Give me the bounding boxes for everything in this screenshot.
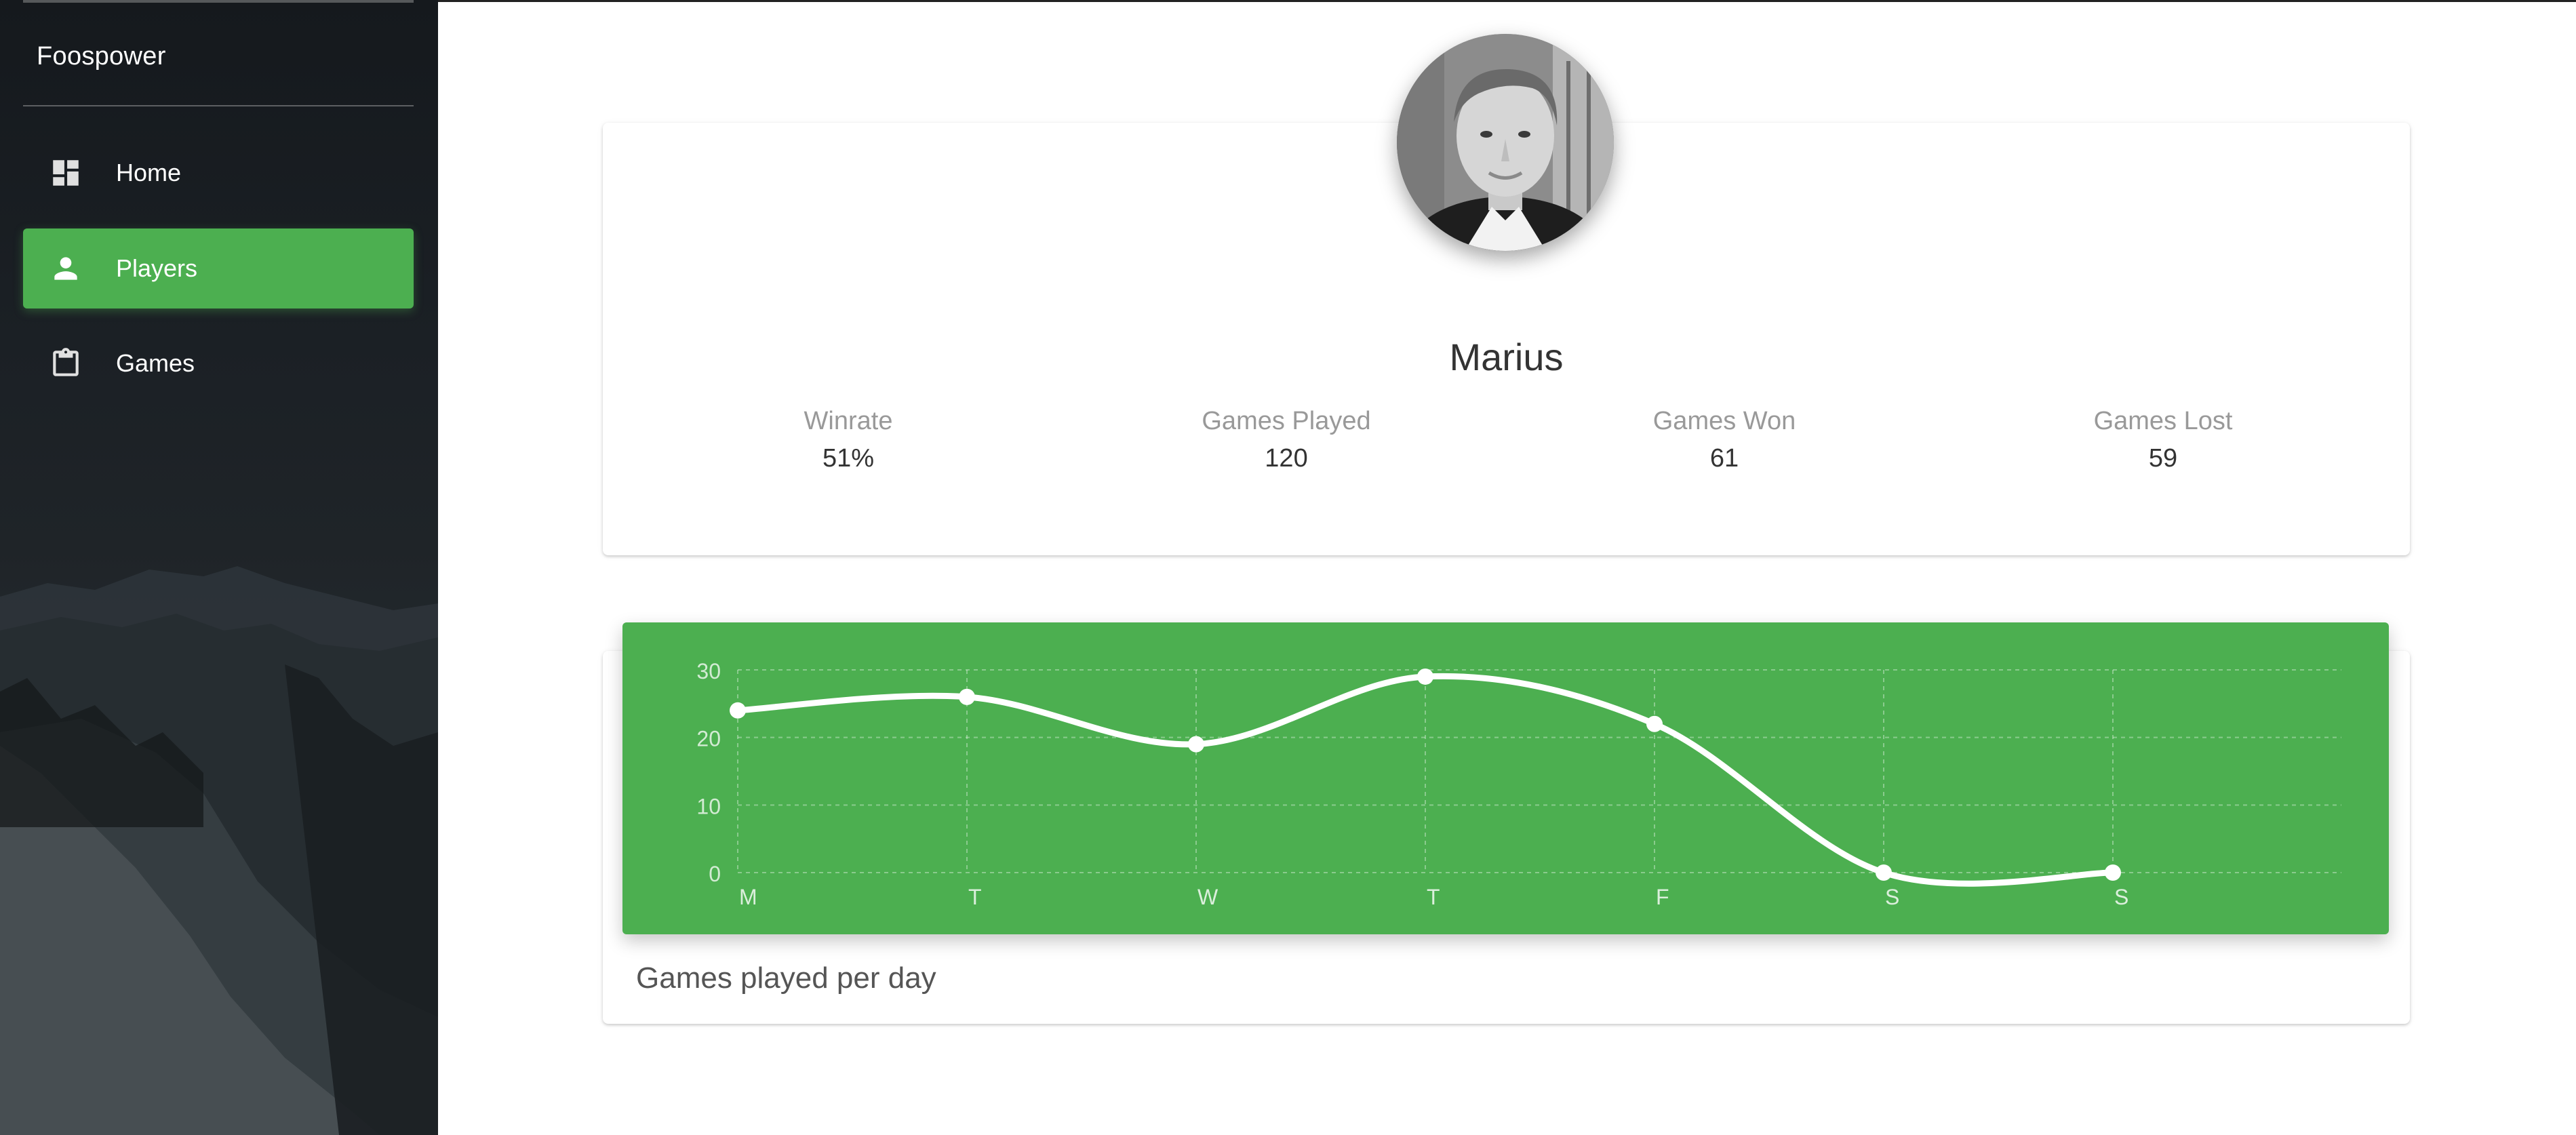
- stat-value: 61: [1709, 444, 1739, 473]
- y-tick-label: 20: [696, 727, 721, 751]
- y-tick-label: 0: [709, 862, 721, 886]
- stat-label: Winrate: [804, 407, 893, 435]
- stat-games-won: Games Won 61: [1555, 407, 1894, 473]
- sidebar-item-games[interactable]: Games: [23, 323, 414, 403]
- sidebar-item-label: Players: [116, 254, 198, 282]
- clipboard-icon: [53, 348, 79, 376]
- stat-label: Games Played: [1202, 407, 1371, 435]
- x-tick-label: S: [1885, 885, 1899, 909]
- stat-games-lost: Games Lost 59: [1994, 407, 2333, 473]
- sidebar-item-label: Games: [116, 349, 195, 377]
- player-avatar: [1397, 34, 1614, 251]
- games-per-day-chart: 0 10 20 30 M T W T F S S: [622, 622, 2389, 934]
- data-point: [2105, 864, 2121, 881]
- x-tick-label: F: [1656, 885, 1669, 909]
- y-tick-label: 10: [696, 794, 721, 818]
- x-tick-label: M: [739, 885, 757, 909]
- stat-winrate: Winrate 51%: [679, 407, 1018, 473]
- stat-value: 59: [2148, 444, 2178, 473]
- data-point: [1188, 736, 1204, 753]
- y-tick-label: 30: [696, 659, 721, 683]
- stat-value: 120: [1265, 444, 1308, 473]
- stat-label: Games Won: [1652, 407, 1796, 435]
- chart-caption: Games played per day: [636, 961, 936, 995]
- dashboard-icon: [53, 160, 79, 186]
- x-tick-label: S: [2114, 885, 2128, 909]
- data-point: [959, 688, 975, 705]
- x-tick-label: T: [968, 885, 982, 909]
- avatar-photo: [1397, 34, 1614, 251]
- stat-value: 51%: [822, 444, 875, 473]
- brand-name[interactable]: Foospower: [37, 42, 166, 71]
- data-point: [1646, 715, 1663, 732]
- stat-label: Games Lost: [2093, 407, 2233, 435]
- player-name: Marius: [1449, 336, 1564, 378]
- sidebar-top-rule: [23, 0, 414, 3]
- sidebar-item-label: Home: [116, 159, 182, 186]
- data-point: [1417, 668, 1433, 685]
- line-chart: 0 10 20 30 M T W T F S S: [696, 659, 2341, 909]
- sidebar-divider: [23, 105, 414, 106]
- x-tick-label: W: [1197, 885, 1218, 909]
- person-icon: [54, 257, 77, 280]
- window-top-border: [438, 0, 2576, 2]
- sidebar-item-home[interactable]: Home: [23, 133, 414, 213]
- sidebar-item-players[interactable]: Players: [23, 228, 414, 308]
- x-tick-label: T: [1427, 885, 1440, 909]
- data-point: [730, 702, 746, 719]
- stat-games-played: Games Played 120: [1117, 407, 1456, 473]
- data-point: [1876, 864, 1892, 881]
- sidebar: Foospower Home Players Games: [0, 0, 438, 1135]
